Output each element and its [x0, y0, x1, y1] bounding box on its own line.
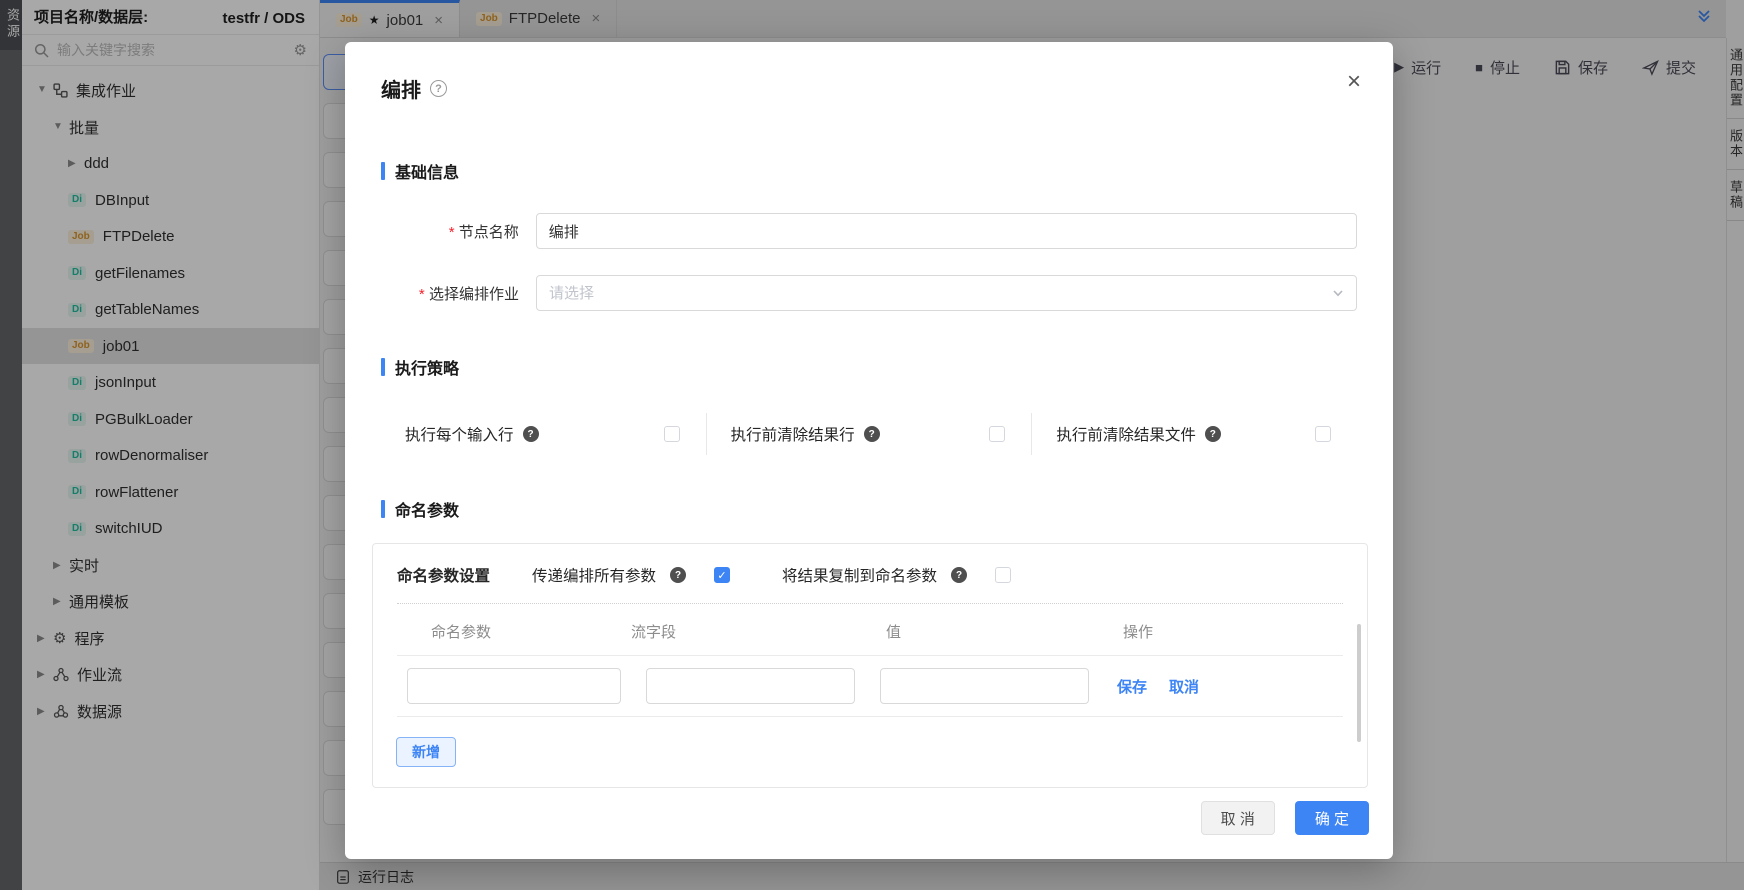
dotted-divider: [397, 603, 1343, 604]
named-params-panel: 命名参数设置 传递编排所有参数?✓将结果复制到命名参数? 命名参数流字段值操作 …: [372, 543, 1368, 788]
section-accent-bar: [381, 500, 385, 518]
section-accent-bar: [381, 162, 385, 180]
table-header-3: 值: [886, 621, 1123, 642]
strategy-options: 执行每个输入行?执行前清除结果行?执行前清除结果文件?: [381, 413, 1357, 455]
strategy-checkbox[interactable]: [664, 426, 680, 442]
close-icon[interactable]: ×: [1347, 70, 1361, 94]
application-window: 资源 项目名称/数据层: testfr / ODS ⚙ ▼集成作业▼批量▶ddd…: [0, 0, 1744, 890]
section-basic-info: 基础信息: [381, 159, 1357, 183]
params-option-checkbox[interactable]: [995, 567, 1011, 583]
value-input[interactable]: [880, 668, 1089, 704]
strategy-option-2: 执行前清除结果文件?: [1031, 413, 1357, 455]
stream-field-input[interactable]: [646, 668, 855, 704]
job-select-row: 选择编排作业: [381, 275, 1357, 311]
params-table-row: 保存 取消: [397, 656, 1343, 717]
node-name-row: 节点名称: [381, 213, 1357, 249]
help-icon[interactable]: ?: [670, 567, 686, 583]
params-settings-label: 命名参数设置: [397, 564, 490, 586]
row-save-link[interactable]: 保存: [1117, 676, 1147, 697]
help-icon[interactable]: ?: [523, 426, 539, 442]
modal-cancel-button[interactable]: 取 消: [1201, 801, 1275, 835]
strategy-option-label: 执行前清除结果文件?: [1056, 423, 1221, 445]
strategy-label: 执行前清除结果文件: [1056, 423, 1196, 445]
strategy-option-0: 执行每个输入行?: [381, 413, 706, 455]
help-icon[interactable]: ?: [1205, 426, 1221, 442]
params-option-label: 将结果复制到命名参数: [782, 564, 937, 586]
table-scrollbar[interactable]: [1357, 624, 1361, 742]
help-icon[interactable]: ?: [864, 426, 880, 442]
table-header-4: 操作: [1123, 621, 1343, 642]
strategy-checkbox[interactable]: [1315, 426, 1331, 442]
table-header-2: 流字段: [631, 621, 886, 642]
help-icon[interactable]: ?: [951, 567, 967, 583]
modal-title: 编排: [381, 74, 421, 103]
table-header-1: 命名参数: [431, 621, 631, 642]
section-accent-bar: [381, 358, 385, 376]
job-select[interactable]: [536, 275, 1357, 311]
section-named-params: 命名参数: [381, 497, 1357, 521]
help-icon[interactable]: ?: [430, 80, 447, 97]
orchestration-modal: 编排 ? × 基础信息 节点名称 选择编排作业 执行策略 执行每个输入行?执行: [345, 42, 1393, 859]
node-name-input[interactable]: [536, 213, 1357, 249]
chevron-down-icon: [1331, 286, 1345, 300]
param-name-input[interactable]: [407, 668, 621, 704]
node-name-label: 节点名称: [381, 221, 519, 242]
add-row-button[interactable]: 新增: [396, 737, 456, 767]
strategy-label: 执行每个输入行: [405, 423, 514, 445]
params-table-header: 命名参数流字段值操作: [397, 621, 1343, 656]
section-exec-strategy: 执行策略: [381, 355, 1357, 379]
strategy-option-label: 执行每个输入行?: [405, 423, 539, 445]
strategy-option-label: 执行前清除结果行?: [731, 423, 880, 445]
strategy-option-1: 执行前清除结果行?: [706, 413, 1032, 455]
strategy-label: 执行前清除结果行: [731, 423, 855, 445]
job-select-label: 选择编排作业: [381, 283, 519, 304]
modal-confirm-button[interactable]: 确 定: [1295, 801, 1369, 835]
strategy-checkbox[interactable]: [989, 426, 1005, 442]
params-option-checkbox[interactable]: ✓: [714, 567, 730, 583]
params-option-label: 传递编排所有参数: [532, 564, 656, 586]
params-settings-row: 命名参数设置 传递编排所有参数? ✓ 将结果复制到命名参数?: [397, 564, 1343, 586]
row-cancel-link[interactable]: 取消: [1169, 676, 1199, 697]
